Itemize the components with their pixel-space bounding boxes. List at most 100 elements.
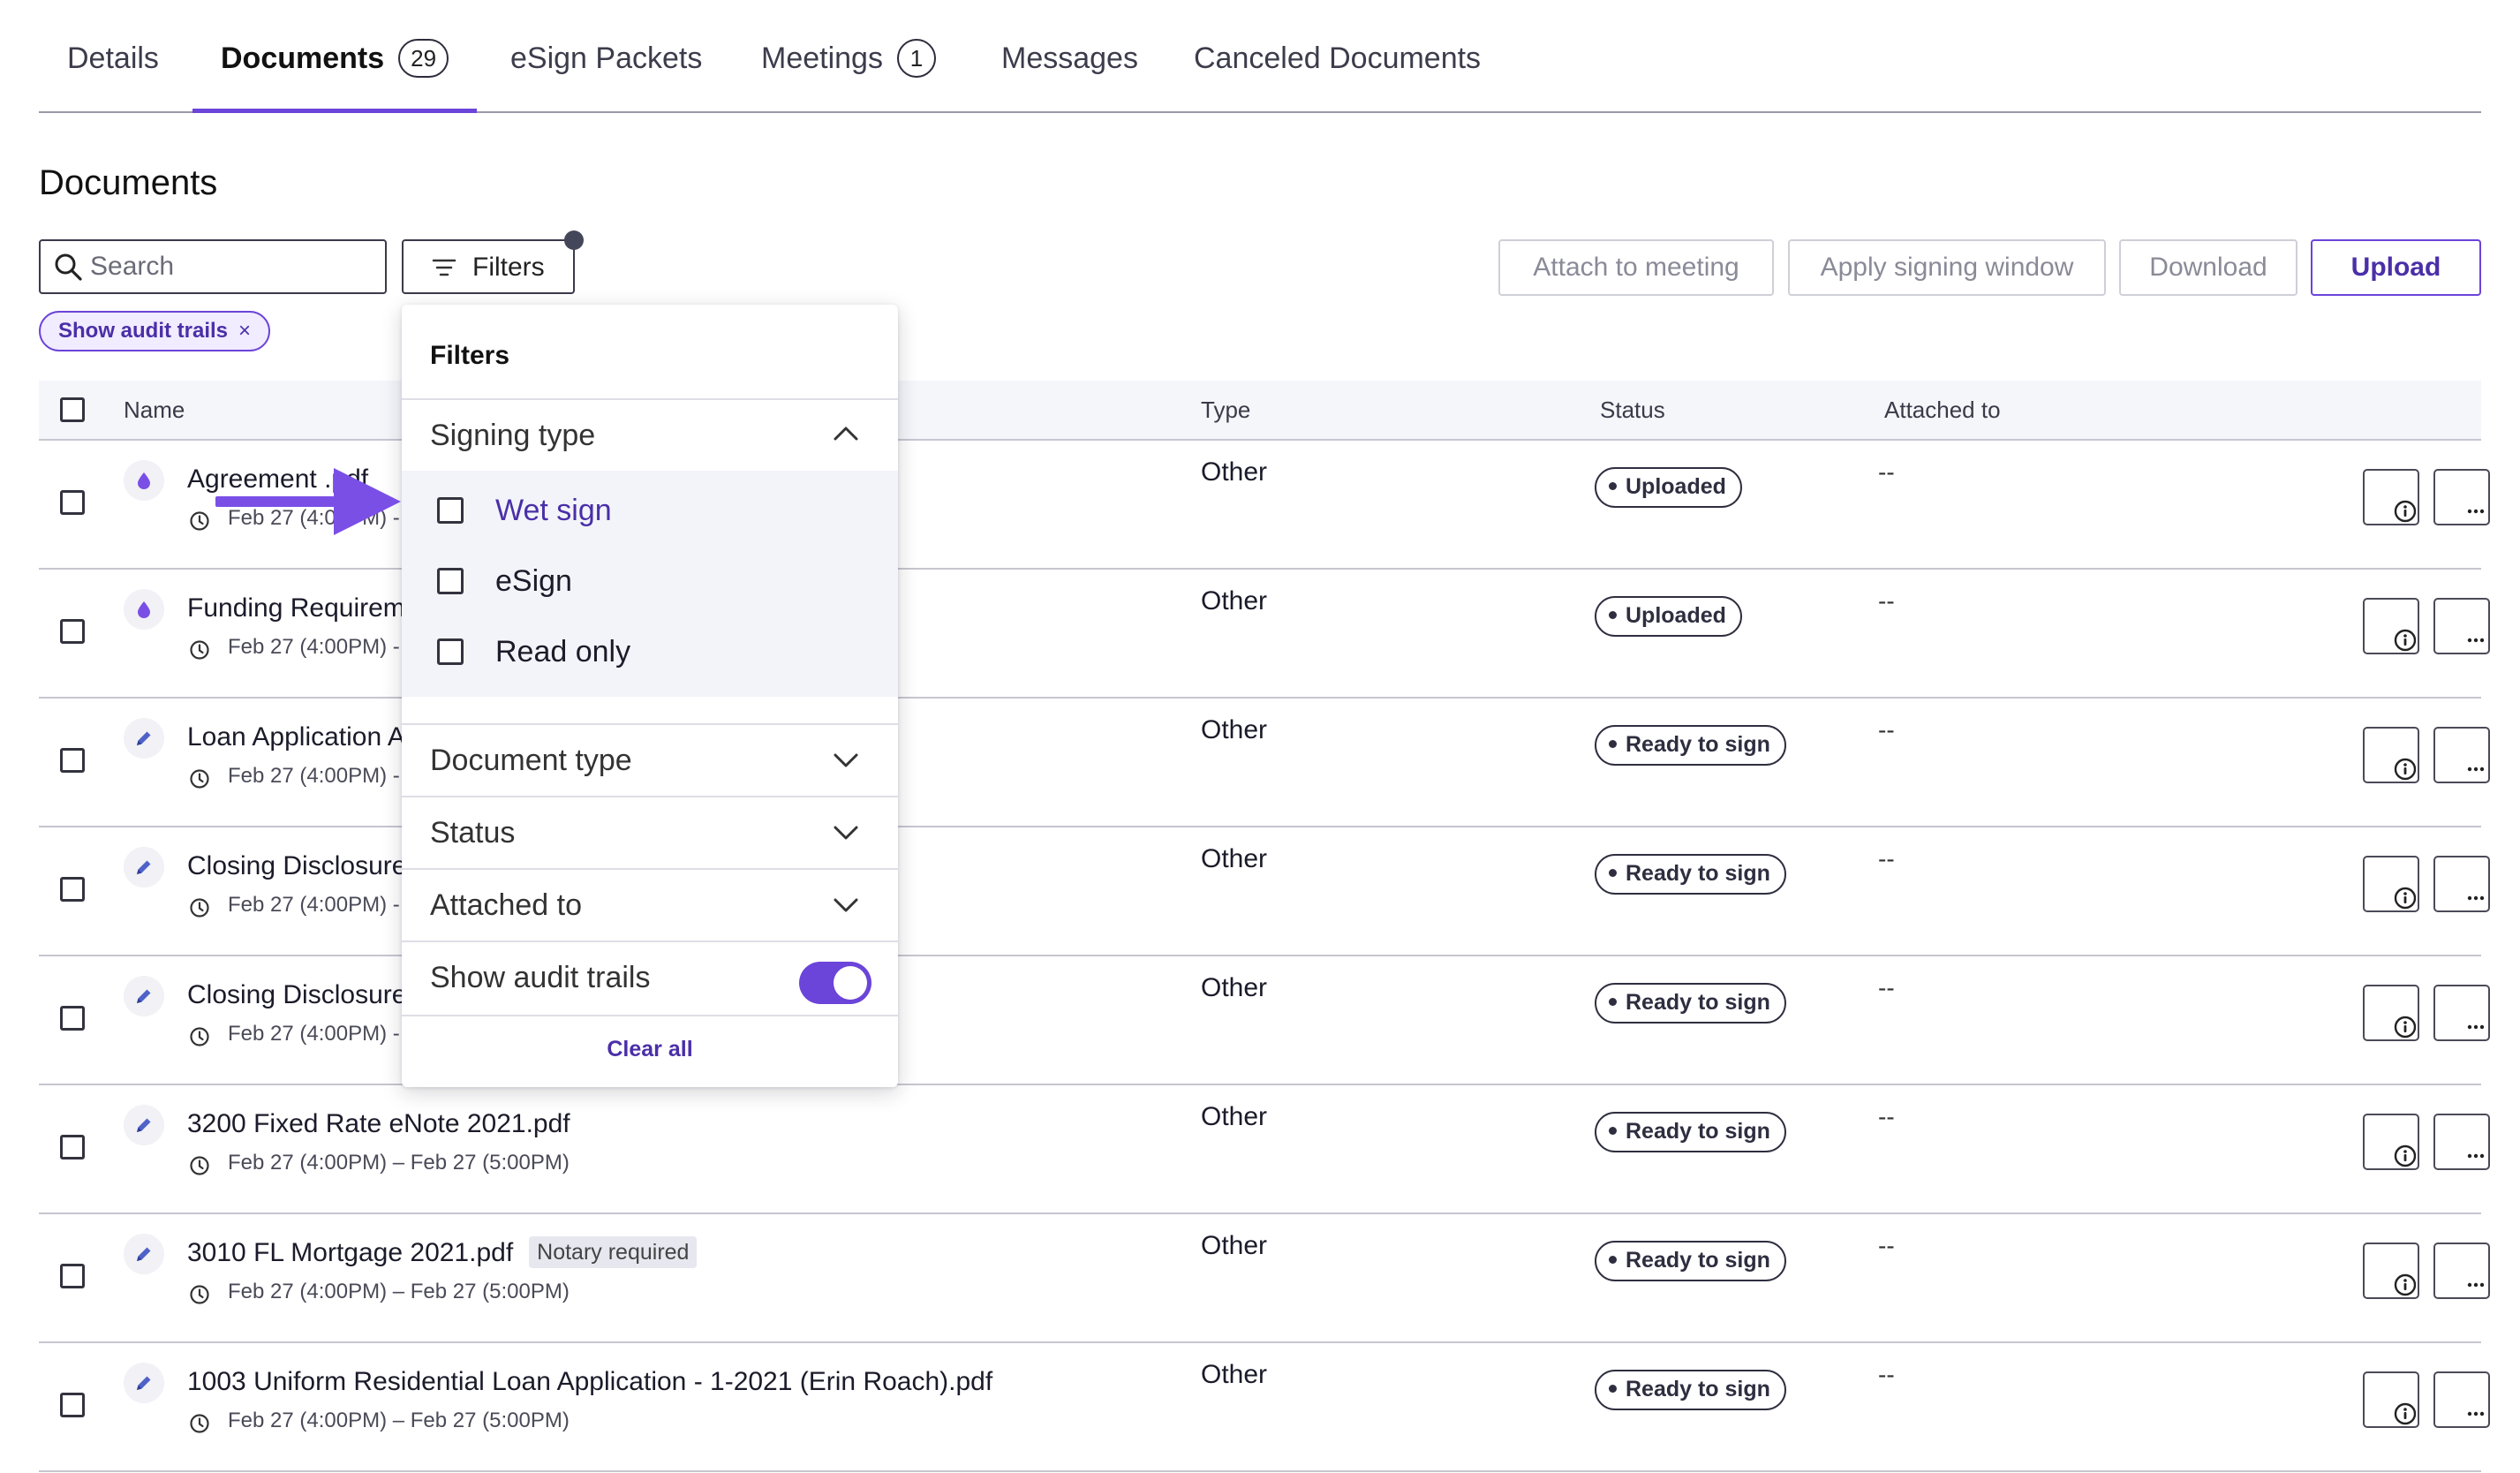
pen-icon [124,718,164,759]
more-actions-button[interactable] [2433,1243,2490,1299]
option-wet-sign[interactable]: Wet sign [437,488,612,533]
tab-label: Canceled Documents [1194,42,1482,75]
document-type-label: Document type [430,744,632,777]
document-name-text: 1003 Uniform Residential Loan Applicatio… [187,1367,993,1396]
arrow-annotation-icon [215,468,401,535]
clock-icon [189,895,219,923]
tab-esign-packets[interactable]: eSign Packets [510,35,702,111]
more-actions-button[interactable] [2433,598,2490,654]
info-button[interactable] [2363,598,2419,654]
tab-details[interactable]: Details [67,35,159,111]
wet-sign-checkbox[interactable] [437,497,464,524]
page-title: Documents [39,163,218,202]
attached-to-value: -- [1878,587,1895,615]
row-checkbox[interactable] [60,877,85,902]
filter-panel: Filters Signing type Wet sign eSign Read… [402,305,898,1087]
more-actions-button[interactable] [2433,469,2490,525]
tab-documents[interactable]: Documents 29 [192,35,478,113]
tab-count-badge: 1 [896,39,936,78]
divider [402,398,898,400]
info-button[interactable] [2363,727,2419,783]
info-button[interactable] [2363,1243,2419,1299]
info-button[interactable] [2363,1371,2419,1428]
attached-to-value: -- [1878,716,1895,744]
search-box[interactable] [39,239,387,294]
more-actions-button[interactable] [2433,985,2490,1041]
info-button[interactable] [2363,856,2419,912]
chip-close-icon[interactable]: × [238,319,251,343]
status-dot [1609,1127,1617,1135]
signing-window-text: Feb 27 (4:00PM) - [228,764,400,788]
tab-messages[interactable]: Messages [1001,35,1138,111]
column-header-name[interactable]: Name [124,395,185,425]
pen-icon [124,1105,164,1145]
more-actions-button[interactable] [2433,1114,2490,1170]
tab-label: eSign Packets [510,42,703,75]
upload-button[interactable]: Upload [2311,239,2481,296]
active-filter-chip[interactable]: Show audit trails × [39,311,271,351]
attached-to-value: -- [1878,1103,1895,1130]
notary-required-tag: Notary required [529,1236,698,1268]
document-name-text: Closing Disclosure [187,980,407,1009]
clear-all-link[interactable]: Clear all [402,1034,898,1064]
status-dot [1609,1256,1617,1264]
info-button[interactable] [2363,985,2419,1041]
document-name[interactable]: 1003 Uniform Residential Loan Applicatio… [187,1364,992,1400]
document-name[interactable]: Loan Application A [187,720,405,755]
document-name[interactable]: 3200 Fixed Rate eNote 2021.pdf [187,1107,570,1142]
column-header-type[interactable]: Type [1201,395,1250,425]
document-name[interactable]: 3010 FL Mortgage 2021.pdf Notary required [187,1235,698,1271]
status-text: Ready to sign [1626,1377,1770,1401]
clock-icon [189,1281,219,1310]
clock-icon [189,637,219,665]
row-checkbox[interactable] [60,1135,85,1160]
status-badge: Ready to sign [1595,725,1786,766]
attach-to-meeting-button[interactable]: Attach to meeting [1498,239,1774,296]
table-row[interactable]: 3200 Fixed Rate eNote 2021.pdf Feb 27 (4:… [39,1084,2490,1214]
tab-meetings[interactable]: Meetings 1 [761,35,936,111]
row-checkbox[interactable] [60,490,85,515]
chip-label: Show audit trails [58,319,229,343]
filters-button[interactable]: Filters [402,239,575,294]
document-name[interactable]: Closing Disclosure [187,978,406,1013]
chevron-down-icon [833,896,859,914]
row-checkbox[interactable] [60,1264,85,1288]
clock-icon [189,1152,219,1181]
tab-canceled-documents[interactable]: Canceled Documents [1194,35,1481,111]
select-all-checkbox[interactable] [60,397,85,422]
row-checkbox[interactable] [60,1393,85,1417]
more-actions-button[interactable] [2433,1371,2490,1428]
download-button[interactable]: Download [2119,239,2297,296]
clock-icon [189,508,219,536]
column-header-attached-to[interactable]: Attached to [1884,395,2001,425]
divider [402,796,898,797]
pen-icon [124,1234,164,1274]
status-text: Ready to sign [1626,1248,1770,1273]
info-button[interactable] [2363,469,2419,525]
more-actions-button[interactable] [2433,856,2490,912]
table-row[interactable]: 3010 FL Mortgage 2021.pdf Notary required… [39,1212,2490,1343]
document-name[interactable]: Funding Requirem [187,591,405,626]
read-only-checkbox[interactable] [437,638,464,665]
esign-checkbox[interactable] [437,568,464,594]
column-header-status[interactable]: Status [1600,395,1665,425]
status-text: Uploaded [1626,474,1726,499]
document-name[interactable]: Closing Disclosure [187,849,406,884]
option-read-only[interactable]: Read only [437,630,630,674]
row-checkbox[interactable] [60,619,85,644]
apply-signing-window-button[interactable]: Apply signing window [1788,239,2106,296]
row-checkbox[interactable] [60,748,85,773]
info-button[interactable] [2363,1114,2419,1170]
show-audit-trails-toggle[interactable] [799,962,871,1004]
signing-window-text: Feb 27 (4:00PM) – Feb 27 (5:00PM) [228,1280,570,1303]
search-input[interactable] [90,248,373,285]
row-checkbox[interactable] [60,1006,85,1031]
option-esign[interactable]: eSign [437,559,572,603]
table-row[interactable]: 1003 Uniform Residential Loan Applicatio… [39,1341,2490,1472]
clock-icon [189,766,219,794]
attached-to-value: -- [1878,845,1895,872]
status-dot [1609,611,1617,619]
pen-icon [124,847,164,888]
document-type: Other [1201,1231,1268,1260]
more-actions-button[interactable] [2433,727,2490,783]
